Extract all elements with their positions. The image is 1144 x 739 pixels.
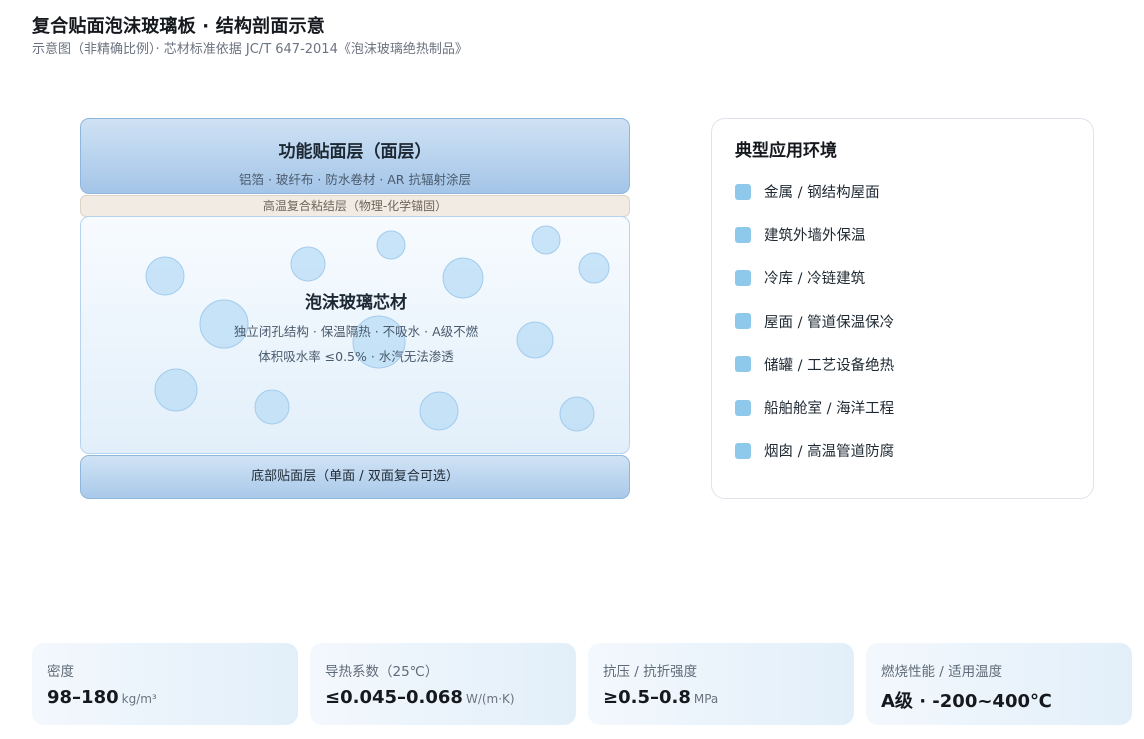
application-item: 烟囱 / 高温管道防腐 [735,429,894,472]
spec-value-row: ≥0.5–0.8 MPa [603,687,718,708]
application-label: 烟囱 / 高温管道防腐 [764,444,895,461]
cell-bubble [154,368,198,412]
square-bullet-icon [735,356,751,373]
layer-stack-diagram: 功能贴面层（面层） 铝箔 · 玻纤布 · 防水卷材 · AR 抗辐射涂层 高温复… [80,118,630,499]
cell-bubble [419,391,459,431]
applications-title: 典型应用环境 [735,141,837,161]
applications-list: 金属 / 钢结构屋面 建筑外墙外保温 冷库 / 冷链建筑 屋面 / 管道保温保冷… [735,170,894,472]
spec-label: 密度 [47,664,74,680]
layer-face-top-desc: 铝箔 · 玻纤布 · 防水卷材 · AR 抗辐射涂层 [239,172,471,187]
layer-adhesive: 高温复合粘结层（物理-化学锚固） [80,195,630,217]
application-label: 船舶舱室 / 海洋工程 [764,401,895,418]
square-bullet-icon [735,313,751,330]
application-label: 屋面 / 管道保温保冷 [764,314,895,331]
application-label: 建筑外墙外保温 [764,228,866,245]
spec-value-row: A级 · -200~400℃ [881,687,1055,713]
application-label: 金属 / 钢结构屋面 [764,185,880,202]
spec-unit: W/(m·K) [465,692,515,706]
applications-panel: 典型应用环境 金属 / 钢结构屋面 建筑外墙外保温 冷库 / 冷链建筑 屋面 /… [711,118,1094,499]
spec-card-strength: 抗压 / 抗折强度 ≥0.5–0.8 MPa [588,643,854,725]
layer-face-top-title: 功能贴面层（面层） [278,142,432,162]
spec-value-row: 98–180 kg/m³ [47,687,157,708]
spec-label: 燃烧性能 / 适用温度 [881,664,1003,680]
square-bullet-icon [735,226,751,243]
core-text-block: 泡沫玻璃芯材 独立闭孔结构 · 保温隔热 · 不吸水 · A级不燃 体积吸水率 … [81,217,629,365]
spec-label: 抗压 / 抗折强度 [603,664,698,680]
cell-bubble [254,389,290,425]
layer-face-bottom: 底部贴面层（单面 / 双面复合可选） [80,455,630,499]
square-bullet-icon [735,183,751,200]
square-bullet-icon [735,269,751,286]
layer-core-desc: 独立闭孔结构 · 保温隔热 · 不吸水 · A级不燃 [233,324,479,339]
cell-bubble [559,396,595,432]
layer-core-spec: 体积吸水率 ≤0.5% · 水汽无法渗透 [258,349,454,364]
page-subtitle: 示意图（非精确比例）· 芯材标准依据 JC/T 647-2014《泡沫玻璃绝热制… [32,42,468,57]
spec-unit: kg/m³ [121,692,157,706]
layer-face-top: 功能贴面层（面层） 铝箔 · 玻纤布 · 防水卷材 · AR 抗辐射涂层 [80,118,630,194]
application-item: 建筑外墙外保温 [735,213,894,256]
layer-core-title: 泡沫玻璃芯材 [305,293,407,313]
spec-card-thermal-conductivity: 导热系数（25℃） ≤0.045–0.068 W/(m·K) [310,643,576,725]
application-item: 屋面 / 管道保温保冷 [735,300,894,343]
page-title: 复合贴面泡沫玻璃板 · 结构剖面示意 [32,16,325,37]
application-item: 储罐 / 工艺设备绝热 [735,343,894,386]
spec-value: ≤0.045–0.068 [325,687,463,708]
layer-core: 泡沫玻璃芯材 独立闭孔结构 · 保温隔热 · 不吸水 · A级不燃 体积吸水率 … [80,216,630,454]
application-item: 冷库 / 冷链建筑 [735,256,894,299]
spec-card-fire-rating: 燃烧性能 / 适用温度 A级 · -200~400℃ [866,643,1132,725]
spec-label: 导热系数（25℃） [325,664,439,680]
application-item: 金属 / 钢结构屋面 [735,170,894,213]
spec-unit: MPa [693,692,719,706]
square-bullet-icon [735,442,751,459]
application-item: 船舶舱室 / 海洋工程 [735,386,894,429]
spec-value: 98–180 [47,687,119,708]
spec-card-density: 密度 98–180 kg/m³ [32,643,298,725]
spec-value-row: ≤0.045–0.068 W/(m·K) [325,687,515,708]
application-label: 储罐 / 工艺设备绝热 [764,357,895,374]
spec-value: A级 · -200~400℃ [881,691,1052,712]
square-bullet-icon [735,399,751,416]
spec-value: ≥0.5–0.8 [603,687,691,708]
application-label: 冷库 / 冷链建筑 [764,271,866,288]
